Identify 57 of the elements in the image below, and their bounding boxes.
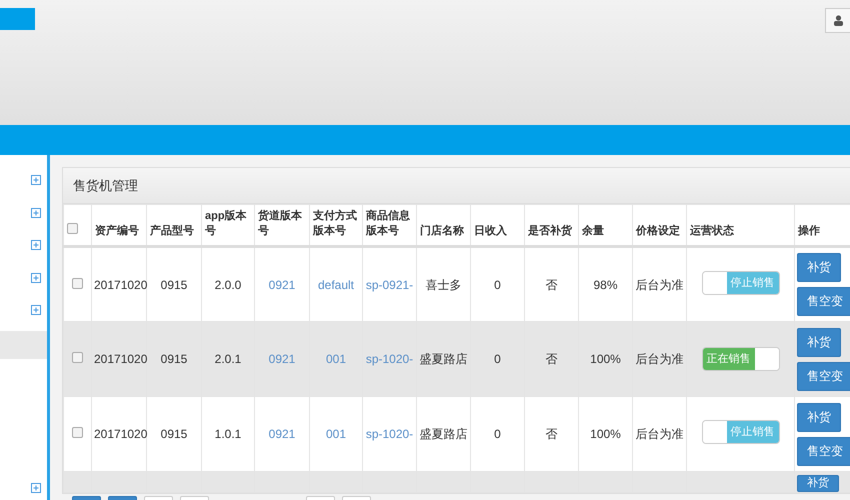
table-link[interactable]: 0921 [268,278,296,292]
table-cell: 否 [546,427,558,441]
table-cell: 后台为准 [636,278,684,292]
column-header: 产品型号 [150,225,194,237]
table-cell: 盛夏路店 [420,352,468,366]
table-cell: 后台为准 [636,427,684,441]
table-cell: 0915 [160,352,188,366]
table-cell: 盛夏路店 [420,427,468,441]
table-cell: 喜士多 [426,278,462,292]
column-header: 货道版本号 [258,210,302,237]
column-header: 商品信息版本号 [366,210,410,237]
table-cell: 100% [590,427,621,441]
table-link[interactable]: sp-0921- [366,278,414,292]
table-cell: 20171020 [94,278,148,292]
table-link[interactable]: sp-1020- [366,427,414,441]
table-link[interactable]: 001 [326,427,346,441]
table-cell: 20171020 [94,427,148,441]
table-cell: 0915 [160,427,188,441]
column-header: 操作 [798,225,820,237]
table-cell: 否 [546,352,558,366]
table-link[interactable]: 0921 [268,427,296,441]
column-header: 价格设定 [636,225,680,237]
action-button[interactable]: 补货 [797,253,841,282]
table-link[interactable]: 001 [326,352,346,366]
status-switch[interactable]: 停止销售 [702,420,780,444]
table-cell: 1.0.1 [214,427,242,441]
action-button[interactable]: 售空变 [797,436,850,466]
column-header: 是否补货 [528,225,572,237]
table-cell: 0 [494,427,501,441]
table-cell: 0 [494,278,501,292]
column-header: 门店名称 [420,225,464,237]
status-switch[interactable]: 正在销售 [702,347,780,371]
column-header: 日收入 [474,225,507,237]
table-cell: 2.0.1 [214,352,242,366]
action-button[interactable]: 补货 [797,328,841,356]
action-button[interactable]: 补货 [797,402,841,432]
action-button[interactable]: 补货 [797,475,839,492]
table-cell: 20171020 [94,352,148,366]
table-cell: 否 [546,278,558,292]
table-link[interactable]: sp-1020- [366,352,414,366]
table-link[interactable]: default [318,278,354,292]
column-header: 余量 [582,225,604,237]
table-cell: 0 [494,352,501,366]
table-cell: 2.0.0 [214,278,242,292]
status-switch[interactable]: 停止销售 [702,270,780,294]
table-cell: 后台为准 [636,352,684,366]
table-cell: 100% [590,352,621,366]
column-header: app版本号 [205,210,247,237]
table-link[interactable]: 0921 [268,352,296,366]
action-button[interactable]: 售空变 [797,287,850,316]
column-header: 运营状态 [690,225,734,237]
column-header: 支付方式版本号 [313,210,357,237]
action-button[interactable]: 售空变 [797,362,850,390]
table-cell: 0915 [160,278,188,292]
table-cell: 98% [593,278,618,292]
panel-title: 售货机管理 [63,168,850,204]
column-header: 资产编号 [95,225,139,237]
